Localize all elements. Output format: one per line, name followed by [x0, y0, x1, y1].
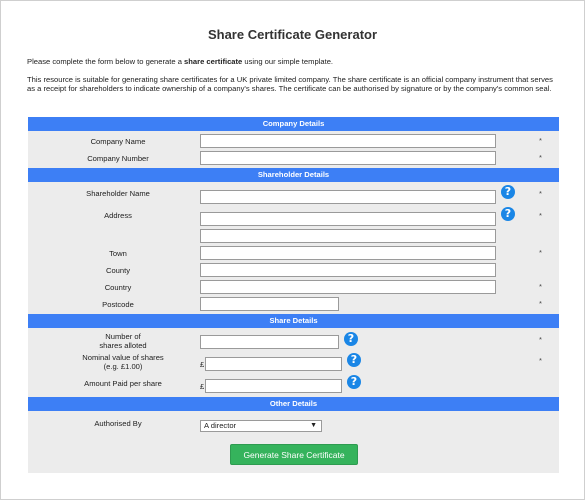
shareholder-name-label: Shareholder Name	[86, 189, 150, 198]
amount-paid-label: Amount Paid per share	[84, 379, 162, 388]
company-number-input[interactable]	[200, 151, 496, 165]
address-line2-input[interactable]	[200, 229, 496, 243]
amount-paid-input[interactable]	[205, 379, 342, 393]
required-marker: *	[539, 299, 542, 308]
chevron-down-icon: ▼	[310, 422, 317, 429]
county-label: County	[105, 266, 131, 275]
required-marker: *	[539, 356, 542, 365]
help-icon[interactable]: ?	[347, 353, 361, 367]
town-input[interactable]	[200, 246, 496, 260]
required-marker: *	[539, 211, 542, 220]
authorised-by-selected-value: A director	[204, 421, 237, 430]
help-icon[interactable]: ?	[501, 185, 515, 199]
shares-allotted-label-line2: shares alloted	[99, 341, 147, 350]
country-input[interactable]	[200, 280, 496, 294]
authorised-by-label: Authorised By	[94, 419, 142, 428]
nominal-value-label: Nominal value of shares (e.g. £1.00)	[58, 353, 188, 371]
intro-paragraph-1: Please complete the form below to genera…	[27, 57, 562, 66]
generate-certificate-button[interactable]: Generate Share Certificate	[230, 444, 358, 465]
required-marker: *	[539, 248, 542, 257]
section-header-other: Other Details	[28, 397, 559, 411]
nominal-value-label-line1: Nominal value of shares	[82, 353, 164, 362]
postcode-input[interactable]	[200, 297, 339, 311]
page-title: Share Certificate Generator	[207, 27, 378, 42]
section-header-shareholder: Shareholder Details	[28, 168, 559, 182]
company-number-label: Company Number	[87, 154, 149, 163]
help-icon[interactable]: ?	[347, 375, 361, 389]
required-marker: *	[539, 153, 542, 162]
page: Share Certificate Generator Please compl…	[0, 0, 585, 500]
country-label: Country	[104, 283, 132, 292]
help-icon[interactable]: ?	[501, 207, 515, 221]
address-line1-input[interactable]	[200, 212, 496, 226]
intro-p1-bold: share certificate	[184, 57, 243, 66]
company-name-label: Company Name	[90, 137, 146, 146]
nominal-value-input[interactable]	[205, 357, 342, 371]
address-label: Address	[104, 211, 132, 220]
intro-paragraph-2: This resource is suitable for generating…	[27, 75, 553, 93]
section-header-company: Company Details	[28, 117, 559, 131]
intro-text: Please complete the form below to genera…	[27, 57, 562, 102]
shares-allotted-label: Number of shares alloted	[68, 332, 178, 350]
required-marker: *	[539, 282, 542, 291]
section-header-share: Share Details	[28, 314, 559, 328]
company-name-input[interactable]	[200, 134, 496, 148]
currency-symbol: £	[200, 360, 205, 369]
shareholder-name-input[interactable]	[200, 190, 496, 204]
shares-allotted-label-line1: Number of	[105, 332, 141, 341]
help-icon[interactable]: ?	[344, 332, 358, 346]
required-marker: *	[539, 335, 542, 344]
required-marker: *	[539, 136, 542, 145]
intro-p1-end: using our simple template.	[242, 57, 334, 66]
nominal-value-label-line2: (e.g. £1.00)	[103, 362, 143, 371]
town-label: Town	[109, 249, 127, 258]
authorised-by-select[interactable]: A director ▼	[200, 420, 322, 432]
currency-symbol: £	[200, 382, 205, 391]
intro-p1-start: Please complete the form below to genera…	[27, 57, 185, 66]
required-marker: *	[539, 189, 542, 198]
shares-allotted-input[interactable]	[200, 335, 339, 349]
county-input[interactable]	[200, 263, 496, 277]
certificate-form: Company Details Company Name * Company N…	[28, 117, 559, 473]
postcode-label: Postcode	[102, 300, 134, 309]
